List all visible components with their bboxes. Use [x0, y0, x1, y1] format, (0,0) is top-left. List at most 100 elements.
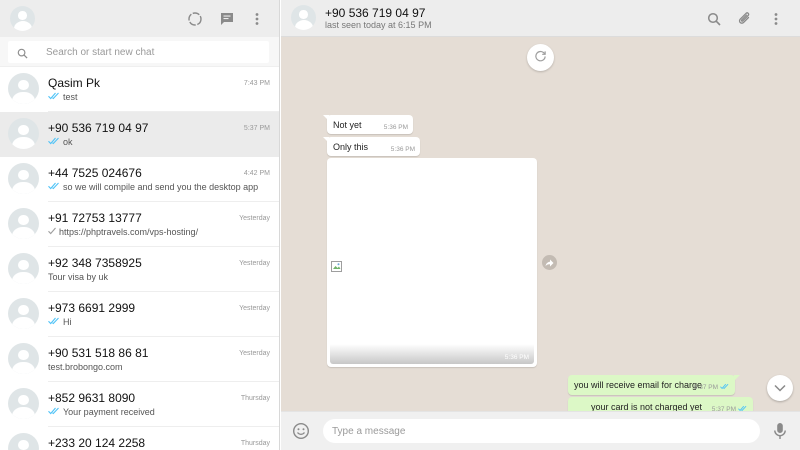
message-time: 5:37 PM: [693, 384, 718, 391]
chat-item[interactable]: +973 6691 2999 Yesterday Hi: [0, 292, 279, 337]
refresh-icon: [534, 49, 547, 67]
forward-button[interactable]: [542, 255, 557, 270]
chat-name: +92 348 7358925: [48, 256, 142, 270]
search-input[interactable]: [46, 41, 261, 63]
chat-name: +91 72753 13777: [48, 211, 142, 225]
chat-time: 7:43 PM: [243, 80, 270, 87]
message-text: you will receive email for charge: [574, 380, 703, 390]
double-check-icon: [48, 92, 61, 102]
message-time: 5:36 PM: [390, 146, 415, 153]
contact-avatar: [8, 208, 39, 239]
contact-avatar: [8, 253, 39, 284]
chat-preview: https://phptravels.com/vps-hosting/: [48, 227, 198, 237]
chat-time: Yesterday: [239, 215, 270, 222]
double-check-icon: [48, 137, 61, 147]
my-avatar[interactable]: [10, 6, 35, 31]
chat-preview-text: test.brobongo.com: [48, 362, 123, 372]
chat-name: +44 7525 024676: [48, 166, 142, 180]
chat-item[interactable]: +90 531 518 86 81 Yesterday test.brobong…: [0, 337, 279, 382]
contact-avatar: [8, 298, 39, 329]
chat-time: 4:42 PM: [243, 170, 270, 177]
emoji-icon[interactable]: [292, 422, 310, 445]
chat-preview: test.brobongo.com: [48, 362, 123, 372]
chat-name: +233 20 124 2258: [48, 436, 146, 450]
double-check-icon: [48, 182, 61, 192]
search-box: [8, 41, 269, 63]
load-more-button[interactable]: [527, 44, 554, 71]
conversation-header[interactable]: +90 536 719 04 97 last seen today at 6:1…: [281, 0, 800, 37]
chat-preview: ok: [48, 137, 73, 147]
image-gradient: [330, 344, 534, 364]
contact-avatar: [8, 433, 39, 450]
chevron-down-icon: [774, 379, 786, 397]
chat-preview: so we will compile and send you the desk…: [48, 182, 258, 192]
single-check-icon: [48, 227, 57, 237]
sidebar-header: [0, 0, 279, 37]
contact-avatar: [8, 118, 39, 149]
chat-preview-text: https://phptravels.com/vps-hosting/: [59, 227, 199, 237]
chat-preview-text: ok: [63, 137, 73, 147]
status-icon[interactable]: [185, 9, 205, 29]
chat-time: Yesterday: [239, 260, 270, 267]
new-chat-icon[interactable]: [217, 9, 237, 29]
scroll-to-bottom-button[interactable]: [767, 375, 793, 401]
chat-name: +90 536 719 04 97: [48, 121, 149, 135]
search-bar: [0, 37, 279, 67]
contact-avatar: [8, 343, 39, 374]
double-check-icon: [720, 383, 730, 392]
menu-icon[interactable]: [247, 9, 267, 29]
chat-item[interactable]: +92 348 7358925 Yesterday Tour visa by u…: [0, 247, 279, 292]
chat-list: Qasim Pk 7:43 PM test +90 536 719 04 97 …: [0, 67, 279, 450]
attach-icon[interactable]: [735, 9, 755, 29]
double-check-icon: [48, 407, 61, 417]
microphone-icon[interactable]: [773, 422, 787, 445]
message-time: 5:36 PM: [383, 124, 408, 131]
message-image[interactable]: 5:36 PM: [327, 158, 537, 367]
chat-preview: Tour visa by uk: [48, 272, 108, 282]
chat-preview-text: so we will compile and send you the desk…: [63, 182, 259, 192]
chat-item[interactable]: +44 7525 024676 4:42 PM so we will compi…: [0, 157, 279, 202]
chat-name: +973 6691 2999: [48, 301, 136, 315]
message-incoming[interactable]: Not yet 5:36 PM: [323, 115, 413, 134]
search-icon[interactable]: [704, 9, 724, 29]
chat-item[interactable]: +91 72753 13777 Yesterday https://phptra…: [0, 202, 279, 247]
forward-icon: [545, 254, 554, 272]
broken-image-icon: [331, 261, 342, 274]
chat-item[interactable]: +852 9631 8090 Thursday Your payment rec…: [0, 382, 279, 427]
chat-item[interactable]: +233 20 124 2258 Thursday: [0, 427, 279, 450]
chat-item-active[interactable]: +90 536 719 04 97 5:37 PM ok: [0, 112, 279, 157]
conversation-pane: +90 536 719 04 97 last seen today at 6:1…: [281, 0, 800, 450]
message-meta: 5:37 PM: [694, 383, 730, 392]
contact-status: last seen today at 6:15 PM: [325, 20, 432, 30]
chat-name: +90 531 518 86 81: [48, 346, 149, 360]
chat-preview: test: [48, 92, 78, 102]
message-incoming[interactable]: Only this 5:36 PM: [323, 137, 420, 156]
contact-avatar: [8, 163, 39, 194]
chat-preview-text: Hi: [63, 317, 72, 327]
sidebar: Qasim Pk 7:43 PM test +90 536 719 04 97 …: [0, 0, 280, 450]
message-text: Only this: [333, 142, 369, 152]
chat-preview-text: Your payment received: [63, 407, 155, 417]
chat-preview-text: test: [63, 92, 78, 102]
chat-name: Qasim Pk: [48, 76, 101, 90]
chat-preview-text: Tour visa by uk: [48, 272, 109, 282]
image-attachment[interactable]: [330, 161, 534, 364]
chat-time: Thursday: [240, 395, 270, 402]
chat-time: Yesterday: [239, 305, 270, 312]
chat-preview: Your payment received: [48, 407, 155, 417]
chat-time: 5:37 PM: [243, 125, 270, 132]
message-input[interactable]: [323, 419, 760, 443]
contact-avatar: [8, 388, 39, 419]
chat-item[interactable]: Qasim Pk 7:43 PM test: [0, 67, 279, 112]
chat-time: Thursday: [240, 440, 270, 447]
contact-avatar[interactable]: [291, 5, 316, 30]
contact-avatar: [8, 73, 39, 104]
menu-icon[interactable]: [766, 9, 786, 29]
chat-name: +852 9631 8090: [48, 391, 136, 405]
chat-time: Yesterday: [239, 350, 270, 357]
composer: [281, 411, 800, 450]
double-check-icon: [48, 317, 61, 327]
message-time: 5:36 PM: [504, 354, 529, 361]
search-icon[interactable]: [17, 46, 28, 64]
message-outgoing[interactable]: you will receive email for charge 5:37 P…: [568, 375, 740, 395]
